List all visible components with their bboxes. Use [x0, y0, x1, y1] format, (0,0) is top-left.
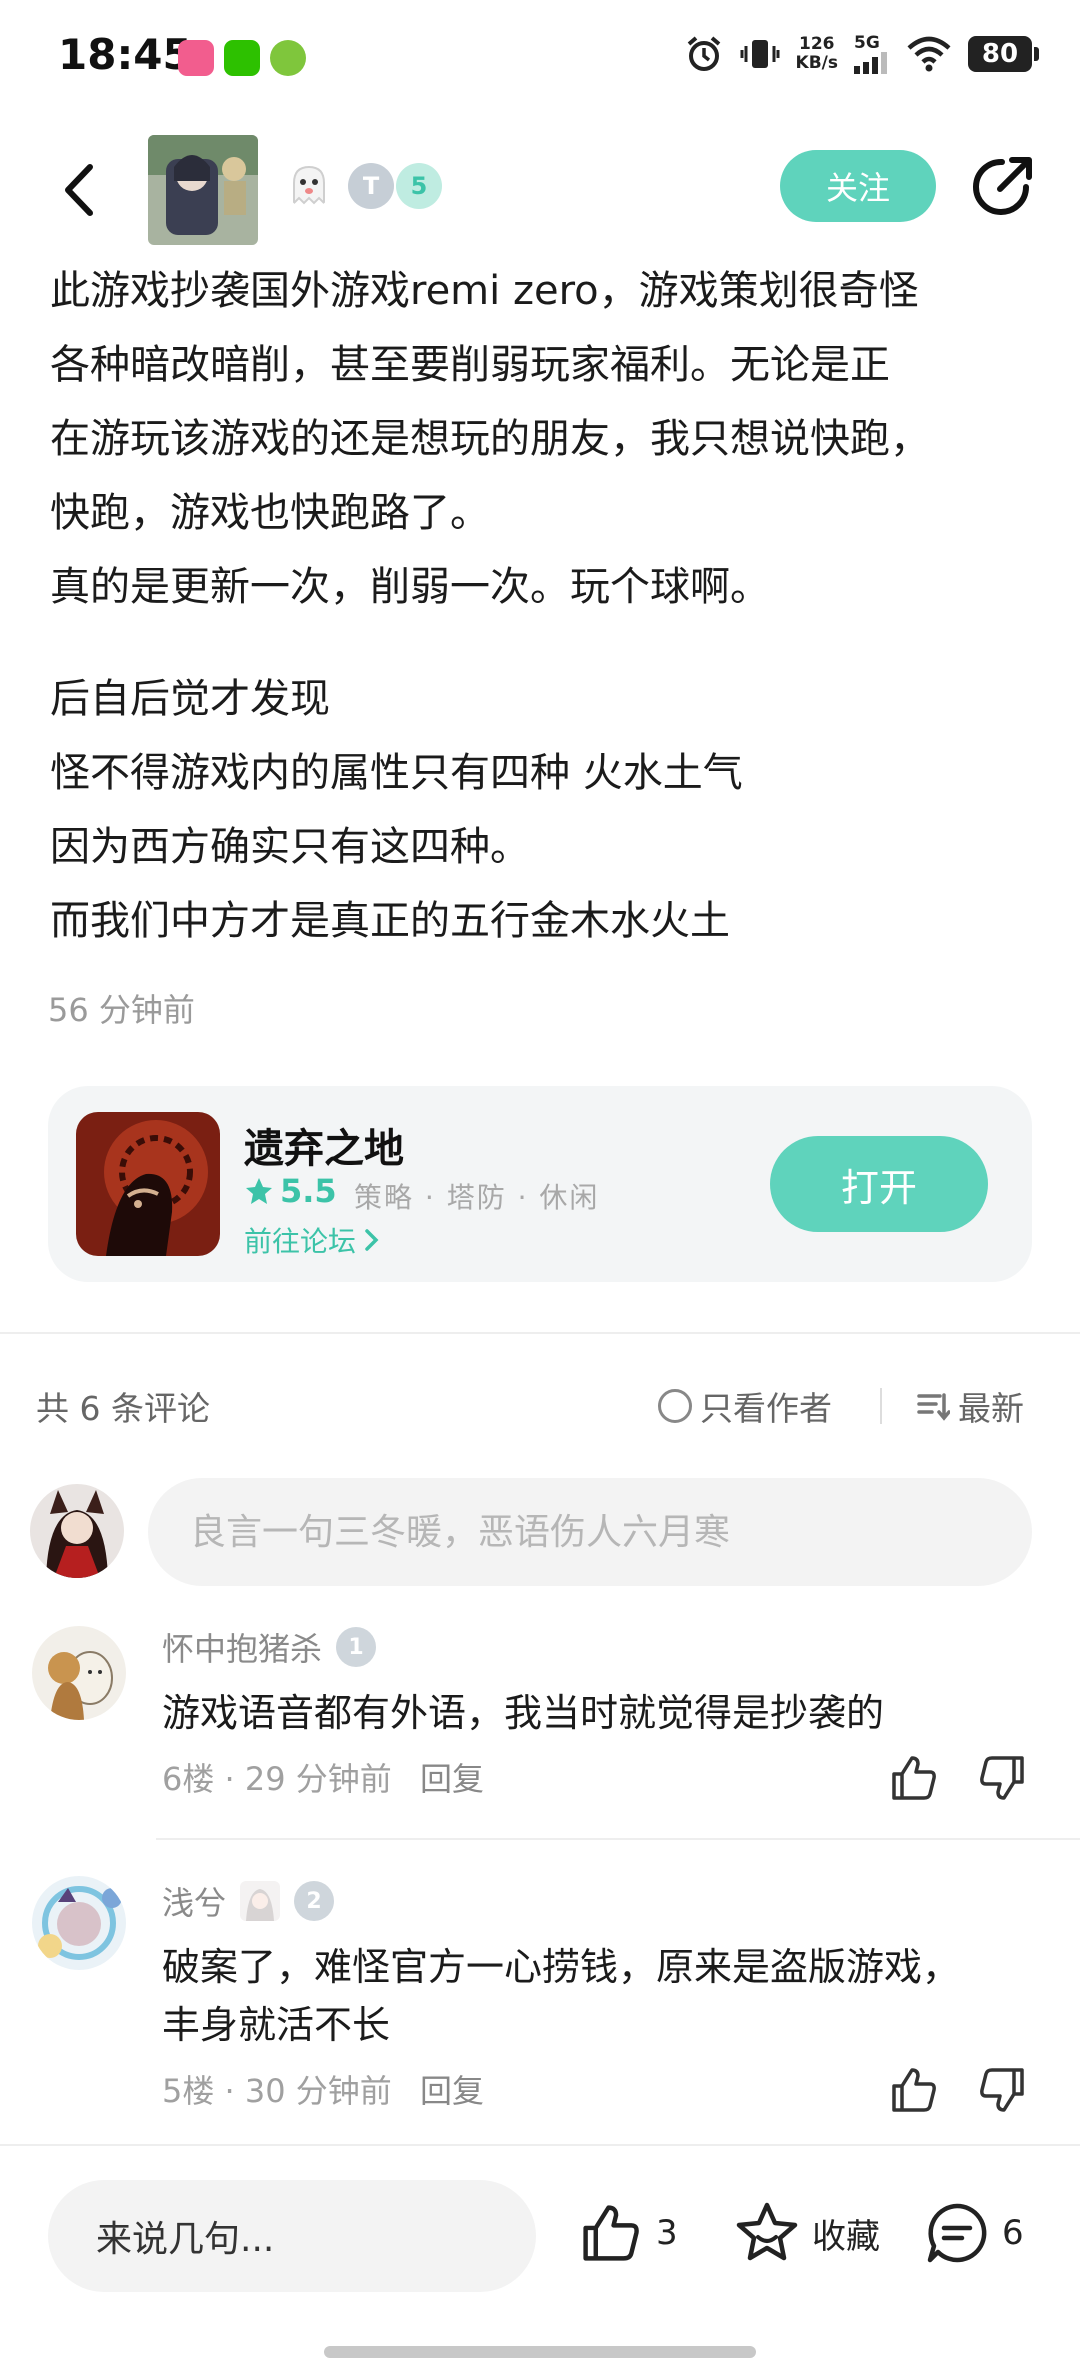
game-card[interactable]: 遗弃之地 5.5 策略 · 塔防 · 休闲 前往论坛 打开: [48, 1086, 1032, 1282]
comment-meta: 5楼 · 30 分钟前 回复: [162, 2066, 484, 2112]
reply-button[interactable]: 回复: [420, 2072, 484, 2110]
battery-indicator: 80: [968, 36, 1039, 72]
comment-bubble-icon: [927, 2203, 987, 2263]
comment-floor: 5楼: [162, 2072, 215, 2110]
status-indicators: 126 KB/s 5G 80: [684, 34, 1039, 74]
share-icon[interactable]: [968, 153, 1036, 221]
post-line: 怪不得游戏内的属性只有四种 火水土气: [50, 750, 743, 796]
thumbs-up-icon[interactable]: [888, 1752, 940, 1804]
game-icon: [76, 1112, 220, 1256]
wifi-icon: [907, 36, 951, 72]
post-line: 快跑，游戏也快跑路了。: [50, 490, 490, 536]
comment-meta: 6楼 · 29 分钟前 回复: [162, 1754, 484, 1800]
post-line: 而我们中方才是真正的五行金木水火土: [50, 898, 730, 944]
commenter-name[interactable]: 怀中抱猪杀: [162, 1624, 322, 1670]
status-bar: 18:45 126 KB/s 5G 80: [0, 0, 1080, 120]
like-count: 3: [656, 2213, 678, 2253]
quick-comment-input[interactable]: 来说几句...: [48, 2180, 536, 2292]
home-indicator[interactable]: [324, 2346, 756, 2358]
post-line: 此游戏抄袭国外游戏remi zero，游戏策划很奇怪: [50, 268, 919, 314]
meta-separator: ·: [224, 2072, 245, 2110]
comment-count: 共 6 条评论: [36, 1389, 210, 1428]
network-speed: 126 KB/s: [795, 34, 838, 73]
star-outline-icon: [736, 2202, 798, 2261]
commenter-name-row: 怀中抱猪杀 1: [162, 1624, 377, 1670]
section-divider: [0, 1332, 1080, 1334]
comment-text: 游戏语音都有外语，我当时就觉得是抄袭的: [162, 1691, 885, 1735]
like-button[interactable]: 3: [578, 2200, 678, 2266]
post-line: 在游玩该游戏的还是想玩的朋友，我只想说快跑，: [50, 416, 930, 462]
bilibili-icon: [178, 40, 214, 76]
commenter-avatar[interactable]: [32, 1626, 126, 1720]
comments-button[interactable]: 6: [924, 2200, 1024, 2266]
wechat-icon: [224, 40, 260, 76]
post-line: 因为西方确实只有这四种。: [50, 824, 530, 870]
post-line: 后自后觉才发现: [50, 676, 330, 722]
only-author-label: 只看作者: [700, 1389, 832, 1428]
clock: 18:45: [58, 30, 192, 79]
forum-link[interactable]: 前往论坛: [244, 1220, 382, 1260]
rating-value: 5.5: [280, 1172, 337, 1210]
sort-icon: [917, 1393, 950, 1421]
post-header: T 5 关注: [0, 125, 1080, 255]
level-badge-icon: T: [348, 163, 394, 209]
comment-floor: 6楼: [162, 1760, 215, 1798]
ghost-badge-icon: [293, 165, 325, 206]
avatar-badge-icon: [240, 1881, 281, 1921]
bottom-action-bar: 来说几句... 3 收藏 6: [0, 2144, 1080, 2376]
comment-divider: [156, 1838, 1080, 1840]
back-arrow-icon[interactable]: [50, 155, 110, 225]
my-avatar: [30, 1484, 124, 1578]
signal-group: 5G: [854, 34, 890, 74]
comment-text-line: 破案了，难怪官方一心捞钱，原来是盗版游戏，: [162, 1945, 961, 1989]
open-game-button[interactable]: 打开: [770, 1136, 988, 1232]
app-notification-icon: [270, 40, 306, 76]
forum-link-label: 前往论坛: [244, 1225, 357, 1258]
thumbs-down-icon[interactable]: [976, 2064, 1028, 2116]
follow-button[interactable]: 关注: [780, 150, 936, 222]
radio-circle-icon: [658, 1389, 692, 1423]
star-icon: [246, 1178, 272, 1204]
comment-input[interactable]: [148, 1478, 1032, 1586]
thumbs-up-icon: [583, 2205, 639, 2261]
post-body: 此游戏抄袭国外游戏remi zero，游戏策划很奇怪 各种暗改暗削，甚至要削弱玩…: [50, 254, 1040, 958]
chevron-right-icon: [365, 1229, 379, 1251]
game-tags: 策略 · 塔防 · 休闲: [354, 1181, 600, 1214]
sort-label: 最新: [958, 1389, 1024, 1428]
user-level-badge: 1: [336, 1627, 377, 1667]
commenter-name-row: 浅兮 2: [162, 1878, 335, 1924]
alarm-icon: [687, 36, 720, 71]
comments-count: 6: [1002, 2213, 1024, 2253]
rank-badge-icon: 5: [396, 163, 442, 209]
notification-icons: [178, 40, 306, 76]
vibrate-icon: [740, 40, 780, 68]
commenter-avatar[interactable]: [32, 1876, 126, 1970]
toolbar-separator: [880, 1388, 882, 1424]
post-line: 真的是更新一次，削弱一次。玩个球啊。: [50, 564, 770, 610]
commenter-name[interactable]: 浅兮: [162, 1878, 226, 1924]
comment-time: 29 分钟前: [244, 1760, 392, 1798]
favorite-label: 收藏: [812, 2216, 880, 2257]
comment-text-line: 丰身就活不长: [162, 2003, 391, 2047]
signal-icon: [854, 52, 887, 74]
meta-separator: ·: [224, 1760, 245, 1798]
thumbs-down-icon[interactable]: [976, 1752, 1028, 1804]
user-level-badge: 2: [294, 1881, 335, 1921]
game-title: 遗弃之地: [244, 1126, 404, 1172]
author-avatar[interactable]: [148, 135, 258, 245]
sort-latest-button[interactable]: 最新: [916, 1382, 1024, 1430]
post-line: 各种暗改暗削，甚至要削弱玩家福利。无论是正: [50, 342, 890, 388]
post-timestamp: 56 分钟前: [48, 991, 195, 1029]
game-rating: 5.5: [244, 1172, 337, 1210]
thumbs-up-icon[interactable]: [888, 2064, 940, 2116]
favorite-button[interactable]: 收藏: [734, 2200, 880, 2266]
reply-button[interactable]: 回复: [420, 1760, 484, 1798]
only-author-toggle[interactable]: 只看作者: [658, 1382, 832, 1430]
comments-toolbar: 共 6 条评论 只看作者 最新: [36, 1378, 1036, 1434]
comment-time: 30 分钟前: [244, 2072, 392, 2110]
